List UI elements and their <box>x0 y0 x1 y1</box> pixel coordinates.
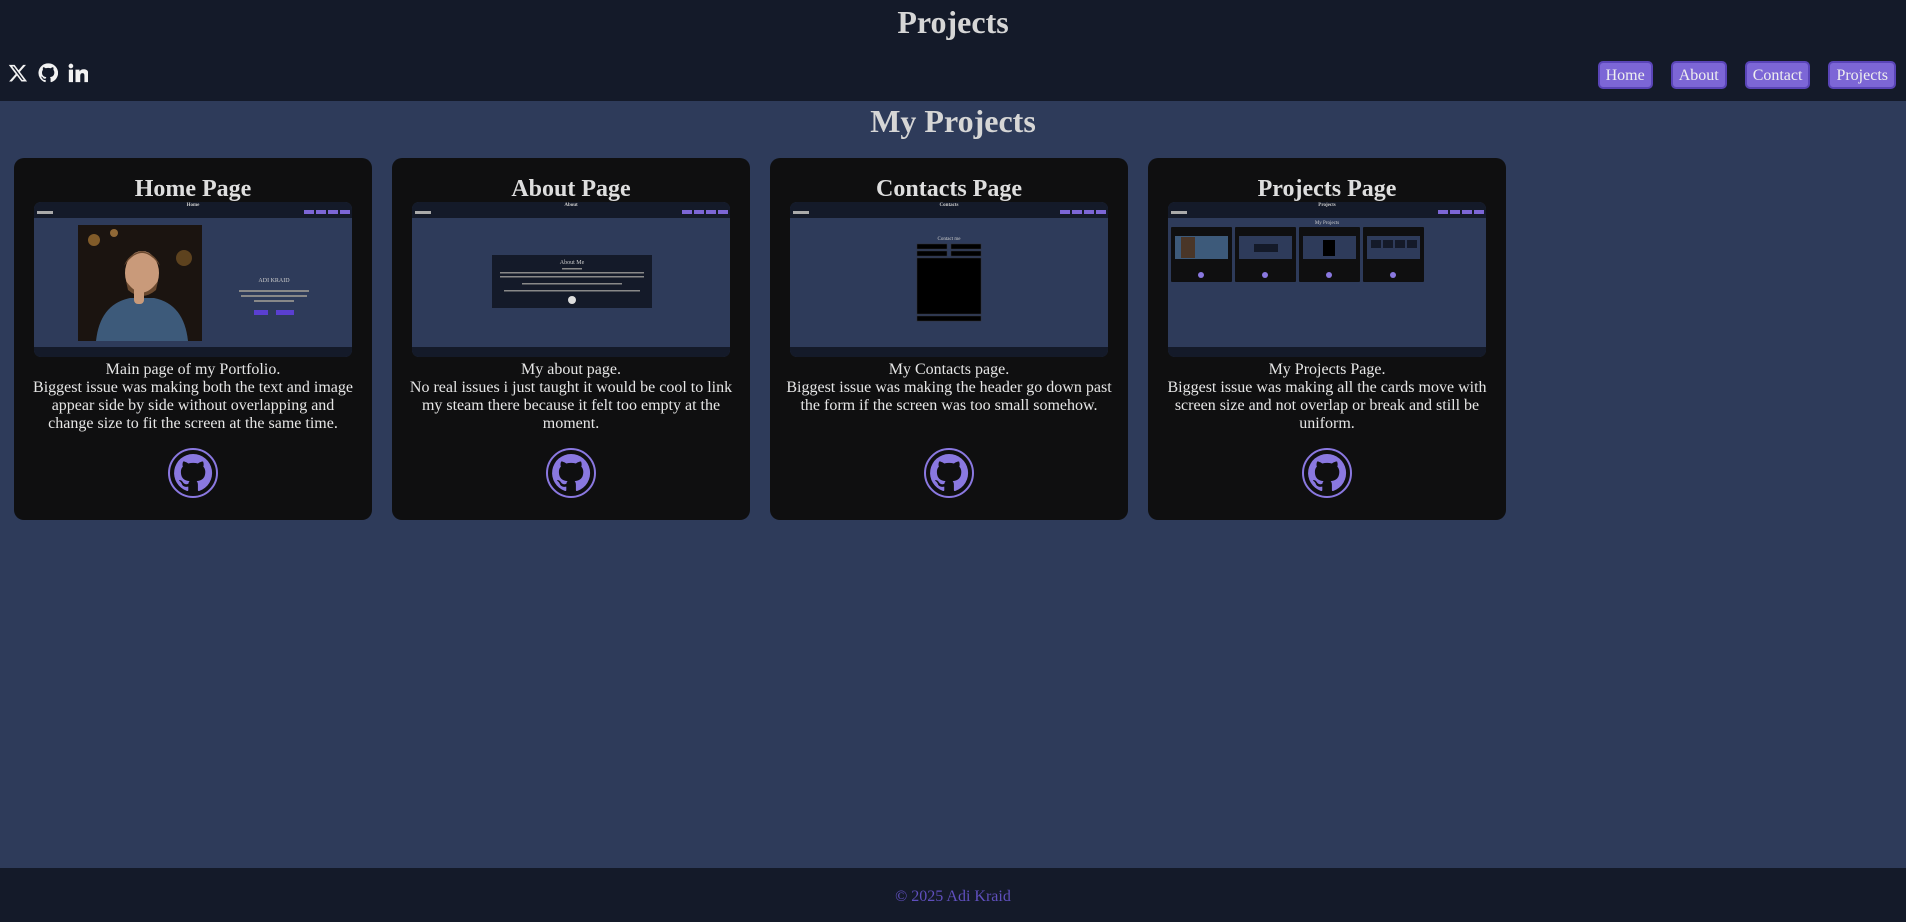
github-icon[interactable] <box>168 448 218 498</box>
card-description: My Projects Page. Biggest issue was maki… <box>1167 361 1487 432</box>
card-description: My about page. No real issues i just tau… <box>409 361 733 432</box>
site-footer: © 2025 Adi Kraid <box>0 868 1906 922</box>
page-title: Projects <box>897 4 1009 40</box>
project-screenshot: About About Me <box>412 202 730 357</box>
card-title: Contacts Page <box>876 176 1022 202</box>
card-title: About Page <box>511 176 631 202</box>
github-icon[interactable] <box>1302 448 1352 498</box>
project-card-projects: Projects Page Projects My Projects My Pr… <box>1148 158 1506 520</box>
nav-contact-button[interactable]: Contact <box>1744 61 1811 89</box>
svg-text:ADI KRAID: ADI KRAID <box>258 278 290 284</box>
project-card-home: Home Page Home ADI KRAID Main page of my… <box>14 158 372 520</box>
card-description: My Contacts page. Biggest issue was maki… <box>786 361 1112 414</box>
project-screenshot: Home ADI KRAID <box>34 202 352 357</box>
card-title: Home Page <box>134 176 252 202</box>
svg-text:About Me: About Me <box>560 260 585 266</box>
project-card-about: About Page About About Me My about page.… <box>392 158 750 520</box>
project-screenshot: Contacts Contact me <box>790 202 1108 357</box>
project-cards: Home Page Home ADI KRAID Main page of my… <box>14 158 1506 520</box>
linkedin-icon[interactable] <box>68 63 88 83</box>
project-card-contacts: Contacts Page Contacts Contact me My Con… <box>770 158 1128 520</box>
nav-home-button[interactable]: Home <box>1597 61 1653 89</box>
nav-projects-button[interactable]: Projects <box>1828 61 1896 89</box>
main-nav: Home About Contact Projects <box>1597 61 1896 89</box>
github-icon[interactable] <box>924 448 974 498</box>
copyright-text: © 2025 Adi Kraid <box>895 888 1011 905</box>
github-icon[interactable] <box>38 63 58 83</box>
svg-text:Contact me: Contact me <box>938 237 962 242</box>
card-description: Main page of my Portfolio. Biggest issue… <box>33 361 353 432</box>
social-links <box>8 63 88 83</box>
nav-about-button[interactable]: About <box>1670 61 1727 89</box>
portrait-image: ADI KRAID <box>78 225 309 341</box>
github-icon[interactable] <box>546 448 596 498</box>
site-header: Projects Home About Contact Projects <box>0 0 1906 101</box>
card-title: Projects Page <box>1257 176 1397 202</box>
svg-text:My Projects: My Projects <box>1315 221 1339 226</box>
x-icon[interactable] <box>8 63 28 83</box>
section-heading: My Projects <box>870 103 1036 139</box>
project-screenshot: Projects My Projects <box>1168 202 1486 357</box>
